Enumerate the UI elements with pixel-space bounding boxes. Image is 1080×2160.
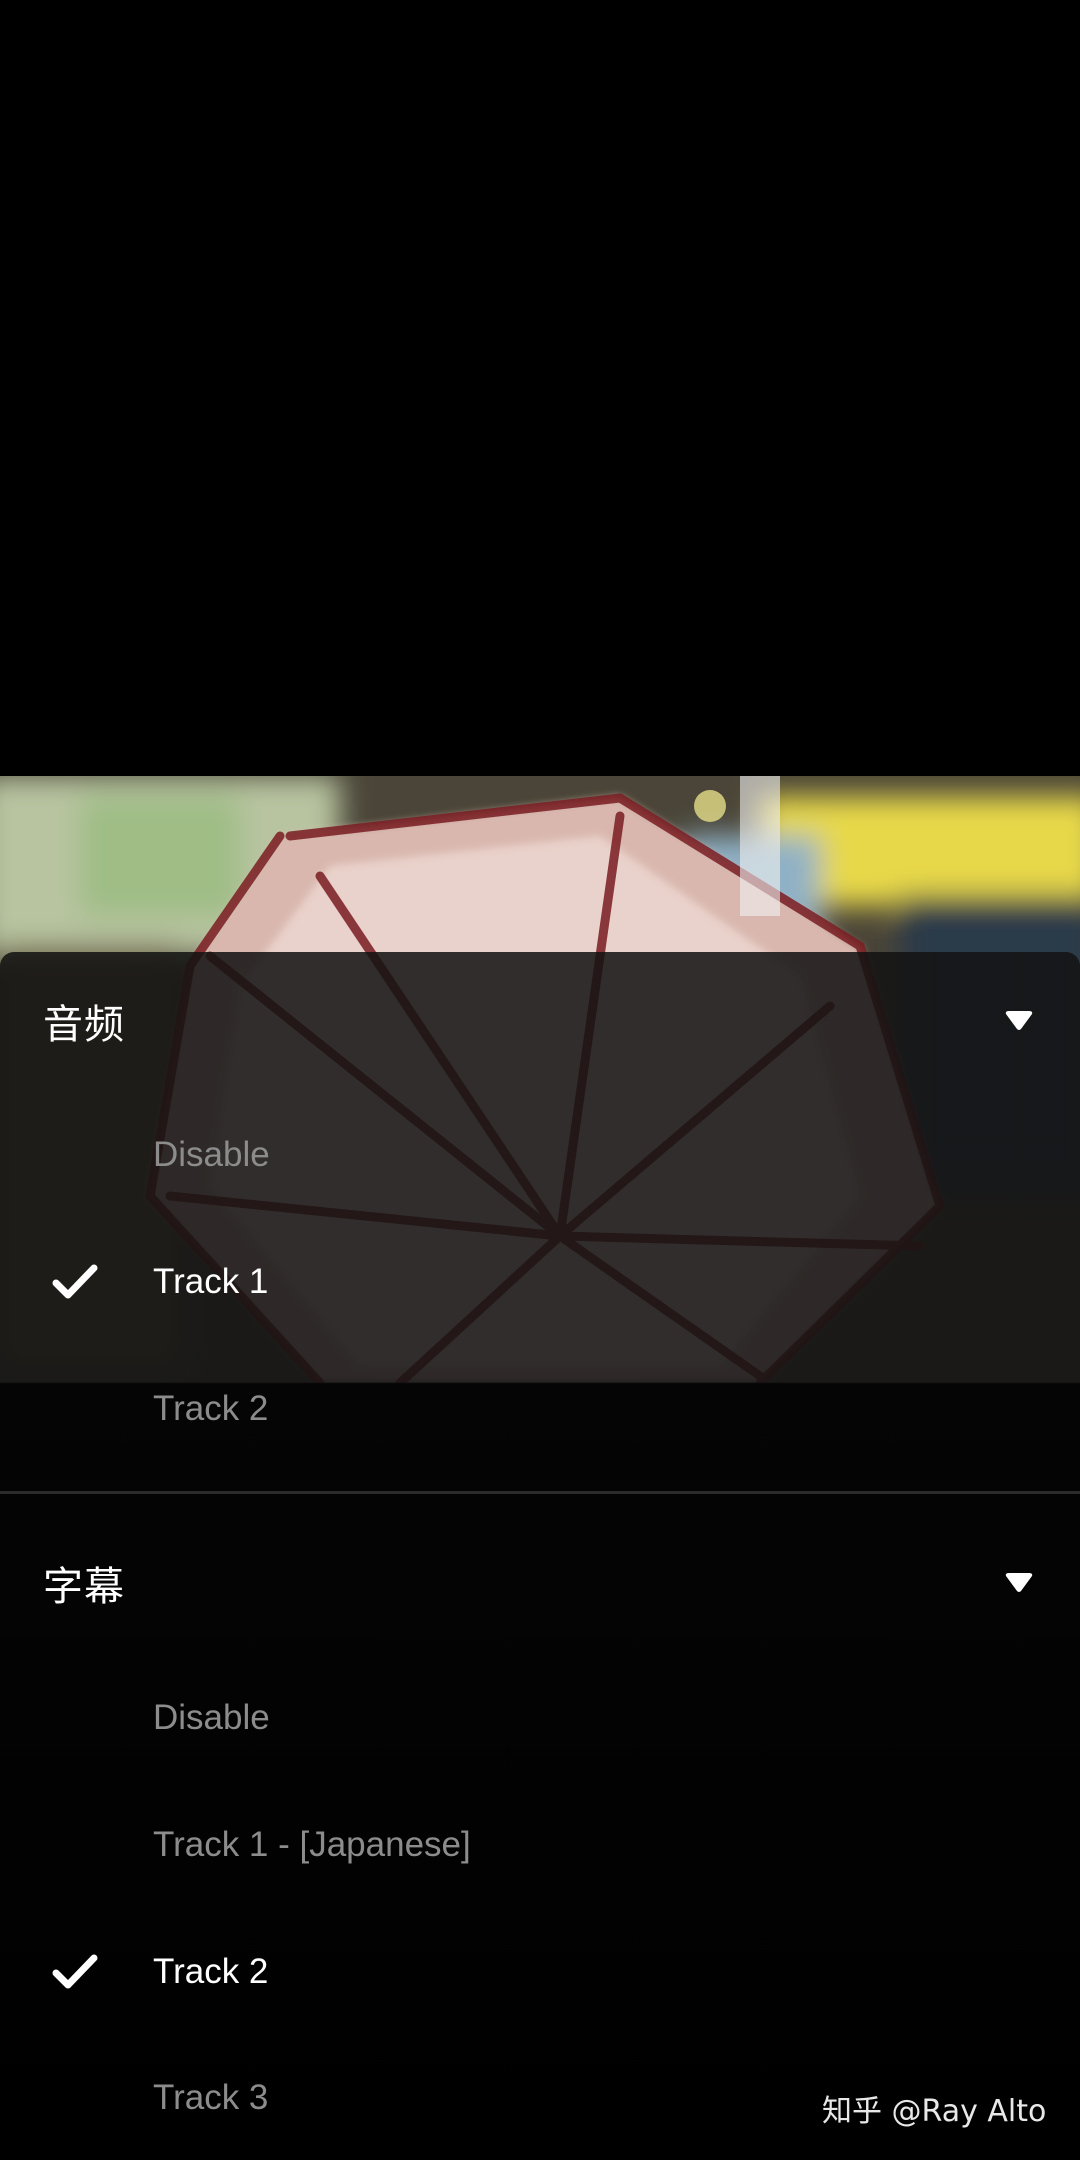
subtitle-section-header[interactable]: 字幕: [0, 1528, 1080, 1638]
option-label: Track 1 - [Japanese]: [153, 1825, 471, 1864]
option-label: Track 2: [153, 1952, 269, 1991]
audio-section-header[interactable]: 音频: [0, 966, 1080, 1076]
audio-option-disable[interactable]: Disable: [0, 1100, 1080, 1210]
audio-section-title: 音频: [43, 1002, 125, 1048]
subtitle-option-track-1-japanese[interactable]: Track 1 - [Japanese]: [0, 1790, 1080, 1900]
option-label: Track 1: [153, 1262, 269, 1301]
subtitle-section-title: 字幕: [43, 1564, 125, 1610]
option-label: Disable: [153, 1135, 270, 1174]
section-divider: [0, 1491, 1080, 1494]
audio-option-track-2[interactable]: Track 2: [0, 1354, 1080, 1464]
option-label: Track 3: [153, 2078, 269, 2117]
audio-option-track-1[interactable]: Track 1: [0, 1227, 1080, 1337]
caret-down-icon[interactable]: [1005, 1573, 1033, 1593]
subtitle-option-track-2[interactable]: Track 2: [0, 1917, 1080, 2027]
subtitle-option-disable[interactable]: Disable: [0, 1663, 1080, 1773]
option-label: Track 2: [153, 1389, 269, 1428]
option-label: Disable: [153, 1698, 270, 1737]
checkmark-icon: [52, 1264, 98, 1300]
watermark: 知乎 @Ray Alto: [822, 2094, 1047, 2129]
caret-down-icon[interactable]: [1005, 1011, 1033, 1031]
checkmark-icon: [52, 1954, 98, 1990]
